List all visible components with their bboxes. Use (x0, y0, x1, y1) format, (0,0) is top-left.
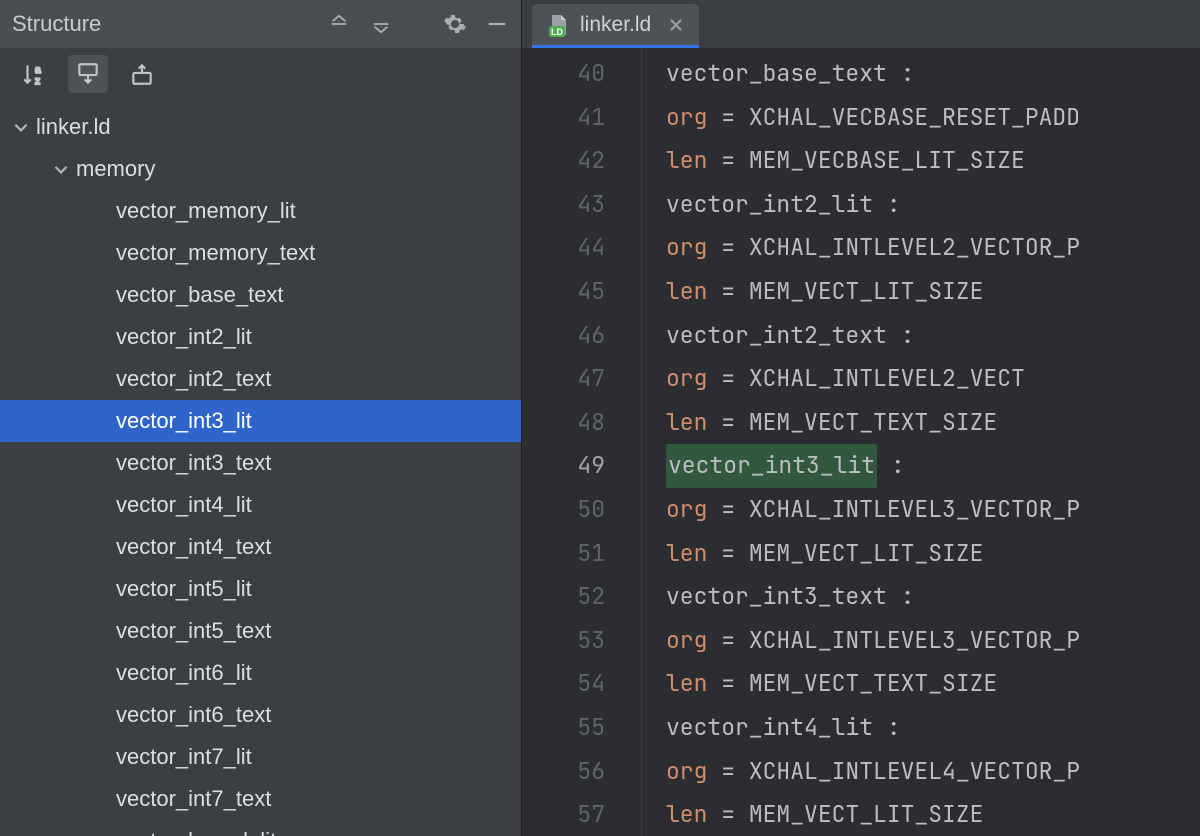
tree-item-vector_int5_lit[interactable]: vector_int5_lit (0, 568, 521, 610)
close-icon[interactable] (667, 16, 685, 34)
gutter-line[interactable]: 44 (522, 226, 605, 270)
tree-item-vector_base_text[interactable]: vector_base_text (0, 274, 521, 316)
structure-title: Structure (12, 11, 101, 37)
editor-area: LD linker.ld 404142434445464748495051525… (522, 0, 1200, 836)
tree-item-vector_int5_text[interactable]: vector_int5_text (0, 610, 521, 652)
tree-group-label: memory (76, 156, 155, 182)
tree-item-label: vector_int2_lit (116, 324, 252, 350)
structure-panel: Structure (0, 0, 522, 836)
code-line[interactable]: org = XCHAL_INTLEVEL2_VECTOR_P (666, 226, 1200, 270)
code-line[interactable]: vector_int3_lit : (666, 444, 1200, 488)
tree-item-label: vector_int4_lit (116, 492, 252, 518)
code-line[interactable]: len = MEM_VECT_TEXT_SIZE (666, 401, 1200, 445)
tree-item-vector_int3_lit[interactable]: vector_int3_lit (0, 400, 521, 442)
tree-item-vector_int4_lit[interactable]: vector_int4_lit (0, 484, 521, 526)
structure-header: Structure (0, 0, 521, 48)
code-content[interactable]: vector_base_text : org = XCHAL_VECBASE_R… (642, 48, 1200, 836)
tree-item-label: vector_int5_text (116, 618, 271, 644)
gutter-line[interactable]: 57 (522, 793, 605, 836)
code-line[interactable]: org = XCHAL_VECBASE_RESET_PADD (666, 96, 1200, 140)
tree-item-vector_int6_lit[interactable]: vector_int6_lit (0, 652, 521, 694)
tree-item-label: vector_memory_lit (116, 198, 296, 224)
gutter-line[interactable]: 43 (522, 183, 605, 227)
tree-item-label: vector_int4_text (116, 534, 271, 560)
gear-icon[interactable] (443, 12, 467, 36)
gutter-line[interactable]: 53 (522, 619, 605, 663)
tree-item-label: vector_int7_lit (116, 744, 252, 770)
tab-linker-ld[interactable]: LD linker.ld (532, 4, 699, 48)
gutter-line[interactable]: 47 (522, 357, 605, 401)
structure-tree[interactable]: linker.ld memory vector_memory_lit vector_m… (0, 100, 521, 836)
tree-item-label: vector_int6_lit (116, 660, 252, 686)
gutter-line[interactable]: 52 (522, 575, 605, 619)
svg-text:a: a (35, 65, 41, 76)
tree-item-label: vector_int6_text (116, 702, 271, 728)
gutter-line[interactable]: 46 (522, 314, 605, 358)
gutter-line[interactable]: 41 (522, 96, 605, 140)
tree-item-vector_memory_lit[interactable]: vector_memory_lit (0, 190, 521, 232)
tree-item-vector_int7_text[interactable]: vector_int7_text (0, 778, 521, 820)
collapse-all-icon[interactable] (327, 12, 351, 36)
line-gutter[interactable]: 404142434445464748495051525354555657 (522, 48, 642, 836)
tree-root-label: linker.ld (36, 114, 111, 140)
tree-item-label: vector_int5_lit (116, 576, 252, 602)
tree-root[interactable]: linker.ld (0, 106, 521, 148)
gutter-line[interactable]: 54 (522, 662, 605, 706)
tree-item-label: vector_memory_text (116, 240, 315, 266)
code-line[interactable]: len = MEM_VECT_LIT_SIZE (666, 532, 1200, 576)
tree-item-vector_int7_lit[interactable]: vector_int7_lit (0, 736, 521, 778)
tree-item-label: vector_kernel_lit (116, 828, 276, 836)
svg-text:LD: LD (551, 27, 563, 37)
code-line[interactable]: len = MEM_VECT_LIT_SIZE (666, 270, 1200, 314)
gutter-line[interactable]: 40 (522, 52, 605, 96)
app-root: Structure (0, 0, 1200, 836)
gutter-line[interactable]: 49 (522, 444, 605, 488)
expand-all-icon[interactable] (369, 12, 393, 36)
tree-item-vector_int6_text[interactable]: vector_int6_text (0, 694, 521, 736)
gutter-line[interactable]: 45 (522, 270, 605, 314)
autoscroll-to-source-icon[interactable] (68, 55, 108, 93)
tree-item-vector_memory_text[interactable]: vector_memory_text (0, 232, 521, 274)
tab-label: linker.ld (580, 13, 651, 37)
code-line[interactable]: len = MEM_VECT_LIT_SIZE (666, 793, 1200, 836)
ld-file-icon: LD (546, 13, 570, 37)
tree-item-vector_kernel_lit[interactable]: vector_kernel_lit (0, 820, 521, 836)
autoscroll-from-source-icon[interactable] (122, 55, 162, 93)
gutter-line[interactable]: 42 (522, 139, 605, 183)
tree-item-label: vector_int3_text (116, 450, 271, 476)
tree-item-vector_int2_lit[interactable]: vector_int2_lit (0, 316, 521, 358)
editor-body[interactable]: 404142434445464748495051525354555657 vec… (522, 48, 1200, 836)
structure-toolbar: a z (0, 48, 521, 100)
tree-item-label: vector_int2_text (116, 366, 271, 392)
tree-group-memory[interactable]: memory (0, 148, 521, 190)
gutter-line[interactable]: 50 (522, 488, 605, 532)
code-line[interactable]: org = XCHAL_INTLEVEL3_VECTOR_P (666, 488, 1200, 532)
gutter-line[interactable]: 56 (522, 750, 605, 794)
code-line[interactable]: vector_int2_lit : (666, 183, 1200, 227)
structure-header-actions (327, 12, 509, 36)
code-line[interactable]: vector_int4_lit : (666, 706, 1200, 750)
gutter-line[interactable]: 48 (522, 401, 605, 445)
svg-text:z: z (35, 76, 40, 87)
code-line[interactable]: org = XCHAL_INTLEVEL4_VECTOR_P (666, 750, 1200, 794)
code-line[interactable]: org = XCHAL_INTLEVEL2_VECT (666, 357, 1200, 401)
tree-item-label: vector_int3_lit (116, 408, 252, 434)
tree-item-label: vector_base_text (116, 282, 284, 308)
code-line[interactable]: vector_int3_text : (666, 575, 1200, 619)
code-line[interactable]: vector_int2_text : (666, 314, 1200, 358)
sort-alpha-icon[interactable]: a z (14, 55, 54, 93)
gutter-line[interactable]: 55 (522, 706, 605, 750)
tree-item-vector_int2_text[interactable]: vector_int2_text (0, 358, 521, 400)
tree-item-label: vector_int7_text (116, 786, 271, 812)
code-line[interactable]: len = MEM_VECBASE_LIT_SIZE (666, 139, 1200, 183)
code-line[interactable]: vector_base_text : (666, 52, 1200, 96)
code-line[interactable]: len = MEM_VECT_TEXT_SIZE (666, 662, 1200, 706)
code-line[interactable]: org = XCHAL_INTLEVEL3_VECTOR_P (666, 619, 1200, 663)
editor-tabbar: LD linker.ld (522, 0, 1200, 48)
tree-item-vector_int4_text[interactable]: vector_int4_text (0, 526, 521, 568)
tree-item-vector_int3_text[interactable]: vector_int3_text (0, 442, 521, 484)
gutter-line[interactable]: 51 (522, 532, 605, 576)
minimize-icon[interactable] (485, 12, 509, 36)
